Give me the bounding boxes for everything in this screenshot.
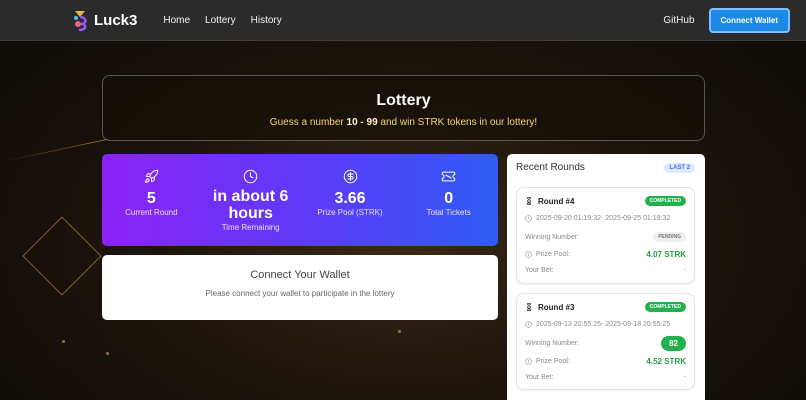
total-tickets-label: Total Tickets [426,208,471,217]
current-round-label: Current Round [125,208,178,217]
subtitle-text-start: Guess a number [269,117,347,128]
your-bet-row: Your Bet: - [525,374,686,381]
connect-wallet-title: Connect Your Wallet [250,269,350,281]
current-round-value: 5 [146,190,156,207]
nav-lottery-link[interactable]: Lottery [205,15,236,26]
hourglass-icon [526,303,532,311]
logo-icon [74,11,87,31]
hero-banner: Lottery Guess a number 10 - 99 and win S… [102,75,705,141]
subtitle-text-end: and win STRK tokens in our lottery! [377,117,538,128]
your-bet-label: Your Bet: [525,267,554,274]
time-remaining-value: in about 6 hours [212,188,289,222]
rounds-count-badge: LAST 2 [664,162,695,173]
brand-logo[interactable]: Luck3 [72,9,137,31]
background-dot [106,352,109,355]
background-dot [62,340,65,343]
rocket-icon [144,169,159,183]
clock-icon [243,169,258,184]
hourglass-icon [526,197,532,205]
connect-wallet-button[interactable]: Connect Wallet [708,7,790,33]
winning-number-label: Winning Number: [525,233,580,241]
brand-name: Luck3 [94,11,138,29]
coin-icon [525,251,532,258]
winning-number-row: Winning Number: 82 [525,336,686,351]
header-actions: GitHub Connect Wallet [663,7,790,33]
winning-number-badge: 82 [661,336,686,351]
prize-pool-value: 4.52 STRK [646,357,686,366]
nav-history-link[interactable]: History [251,15,282,26]
round-card[interactable]: Round #3 COMPLETED 2025-09-13 20:55:25- … [516,293,695,390]
winning-number-row: Winning Number: PENDING [525,232,686,242]
page-title: Lottery [376,92,431,109]
round-card[interactable]: Round #4 COMPLETED 2025-09-20 01:19:32- … [516,187,695,284]
round-stats-card: 5 Current Round in about 6 hours Time Re… [102,154,498,246]
round-title: Round #3 [525,303,574,312]
prize-pool-value: 4.07 STRK [646,250,686,259]
number-range: 10 - 99 [346,117,378,128]
recent-rounds-title: Recent Rounds [516,162,585,173]
top-navbar: Luck3 Home Lottery History GitHub Connec… [0,0,806,41]
prize-pool-label: Prize Pool (STRK) [317,208,383,217]
prize-pool-row: Prize Pool: 4.52 STRK [525,357,686,366]
winning-number-pending: PENDING [653,232,686,242]
your-bet-value: - [683,267,686,274]
recent-rounds-panel: Recent Rounds LAST 2 Round #4 COMPLETED … [507,154,705,400]
round-date-range: 2025-09-13 20:55:25- 2025-09-18 20:55:25 [536,321,671,328]
stat-prize-pool: 3.66 Prize Pool (STRK) [301,154,400,246]
round-name: Round #4 [538,196,575,206]
prize-pool-row: Prize Pool: 4.07 STRK [525,250,686,259]
your-bet-row: Your Bet: - [525,267,686,274]
connect-wallet-card: Connect Your Wallet Please connect your … [102,255,498,320]
your-bet-label: Your Bet: [525,374,554,381]
prize-pool-label: Prize Pool: [536,358,570,365]
stat-total-tickets: 0 Total Tickets [399,154,498,246]
time-remaining-label: Time Remaining [221,223,280,232]
background-dot [398,330,401,333]
status-badge: COMPLETED [644,302,686,312]
prize-pool-label: Prize Pool: [536,251,570,258]
github-link[interactable]: GitHub [663,15,694,26]
round-date-range: 2025-09-20 01:19:32- 2025-09-25 01:19:32 [536,215,671,222]
winning-number-label: Winning Number: [525,340,580,347]
stat-current-round: 5 Current Round [102,154,201,246]
background-diamond [22,216,102,296]
status-badge: COMPLETED [644,196,686,206]
main-nav: Home Lottery History [163,15,281,26]
coin-icon [525,358,532,365]
nav-home-link[interactable]: Home [163,15,190,26]
round-dates: 2025-09-20 01:19:32- 2025-09-25 01:19:32 [525,215,686,222]
round-dates: 2025-09-13 20:55:25- 2025-09-18 20:55:25 [525,321,686,328]
clock-icon [525,215,532,222]
dollar-icon [343,169,357,184]
prize-pool-value: 3.66 [334,190,366,207]
stat-time-remaining: in about 6 hours Time Remaining [201,154,301,246]
background-streak [1,138,109,163]
connect-wallet-description: Please connect your wallet to participat… [205,289,395,298]
total-tickets-value: 0 [444,190,454,207]
hero-subtitle: Guess a number 10 - 99 and win STRK toke… [103,117,704,128]
your-bet-value: - [683,374,686,381]
recent-rounds-header: Recent Rounds LAST 2 [507,154,705,173]
ticket-icon [441,171,456,182]
round-title: Round #4 [525,197,574,206]
round-name: Round #3 [538,302,575,312]
clock-icon [525,321,532,328]
